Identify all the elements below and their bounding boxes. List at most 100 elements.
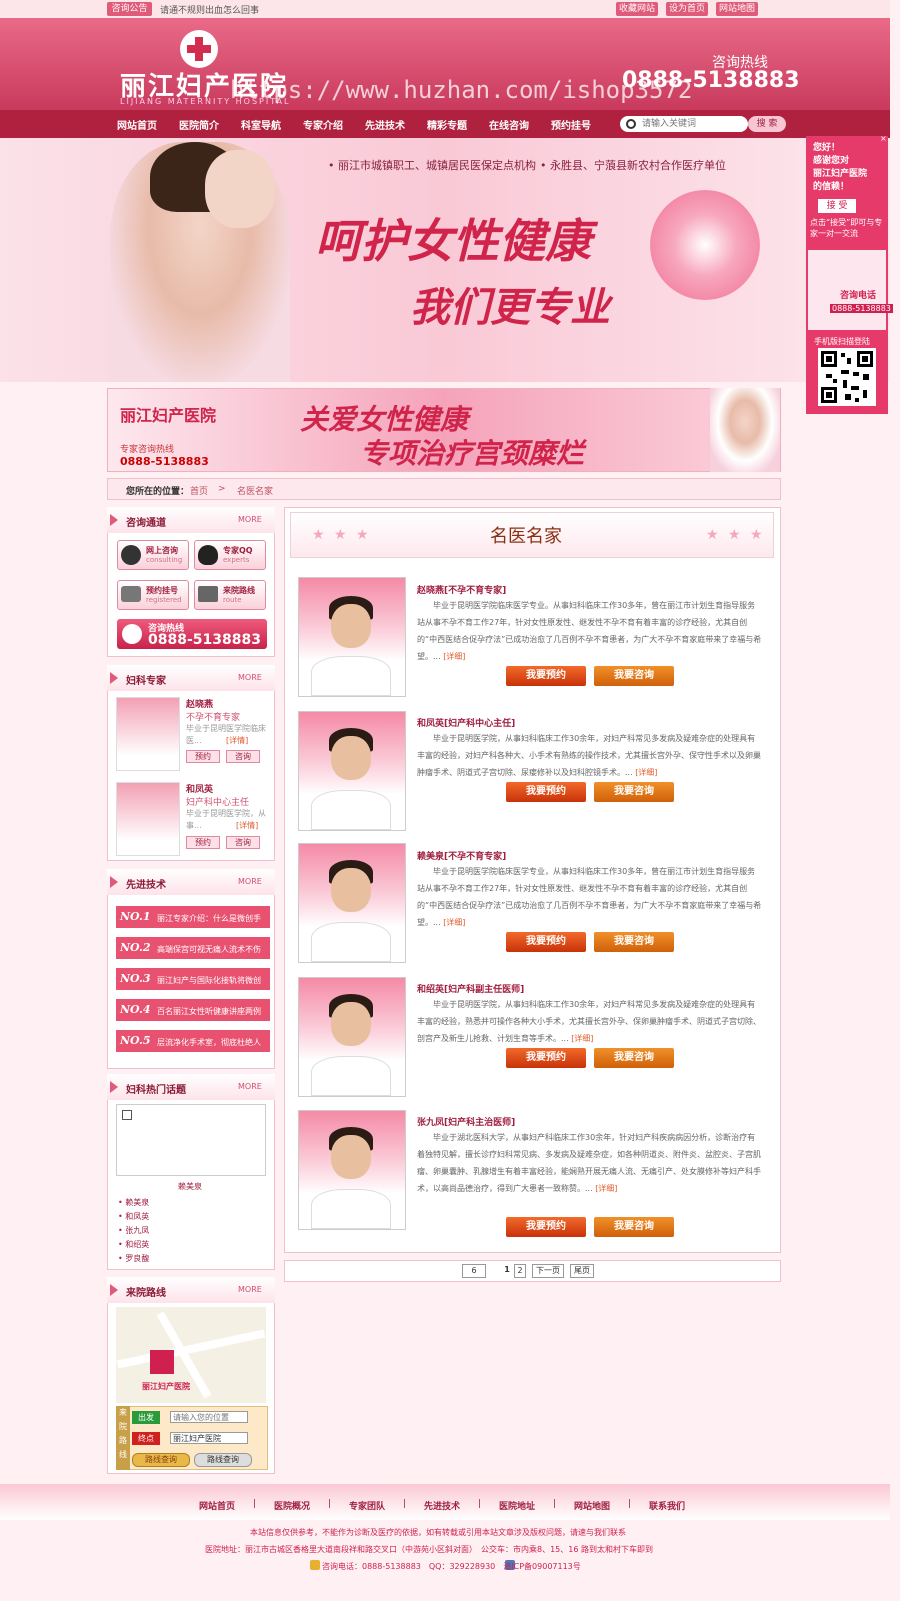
route-more-link[interactable]: MORE [238,1285,262,1294]
search-button[interactable]: 搜 索 [748,116,786,132]
nav-register[interactable]: 预约挂号 [551,117,591,132]
hospital-logo-icon[interactable] [180,30,218,68]
expert-photo[interactable] [116,697,180,771]
experts-more-link[interactable]: MORE [238,673,262,682]
tech-item-text[interactable]: 丽江妇产与国际化接轨将微创 [157,975,261,986]
doctor-photo-face [331,1135,371,1179]
consult-more-link[interactable]: MORE [238,515,262,524]
ask-consult-button[interactable]: 我要咨询 [594,782,674,802]
ask-consult-button[interactable]: 我要咨询 [594,666,674,686]
pager-next[interactable]: 下一页 [532,1264,564,1278]
route-end-input[interactable] [170,1432,248,1444]
tech-item-text[interactable]: 丽江专家介绍：什么是微创手 [157,913,261,924]
book-appointment-button[interactable]: 我要预约 [506,666,586,686]
nav-departments[interactable]: 科室导航 [241,117,281,132]
expert-name[interactable]: 和凤英 [186,782,213,795]
expert-photo[interactable] [116,782,180,856]
route-side-label: 来院路线 [116,1406,130,1470]
expert-ask-button[interactable]: 咨询 [226,750,260,763]
breadcrumb-label: 您所在的位置： [126,487,190,497]
sidebar-hotline-number: 0888-5138883 [148,632,261,648]
sitemap-link[interactable]: 网站地图 [716,2,758,16]
hot-topics-title: 妇科热门话题 [126,1085,186,1096]
tech-more-link[interactable]: MORE [238,877,262,886]
breadcrumb-current[interactable]: 名医名家 [237,484,273,497]
doctor-photo-coat [311,1189,391,1229]
expert-name[interactable]: 赵晓燕 [186,697,213,710]
expert-book-button[interactable]: 预约 [186,750,220,763]
nav-topics[interactable]: 精彩专题 [427,117,467,132]
register-sub: registered [146,596,182,604]
floating-phone-number: 0888-5138883 [830,304,893,313]
doctor-name[interactable]: 和绍英[妇产科副主任医师] [417,982,524,995]
hot-topic-link[interactable]: • 张九凤 [118,1225,149,1236]
footer-separator: | [478,1499,482,1509]
ask-consult-button[interactable]: 我要咨询 [594,1217,674,1237]
book-appointment-button[interactable]: 我要预约 [506,932,586,952]
set-homepage-link[interactable]: 设为首页 [666,2,708,16]
hot-topics-more-link[interactable]: MORE [238,1082,262,1091]
book-appointment-button[interactable]: 我要预约 [506,1217,586,1237]
hot-topic-link[interactable]: • 和凤英 [118,1211,149,1222]
pager-total: 6 [462,1264,486,1278]
footer-link-home[interactable]: 网站首页 [199,1499,235,1512]
doctor-desc: 毕业于昆明医学院临床医学专业。从事妇科临床工作30多年，曾在丽江市计划生育指导服… [417,601,762,661]
nav-technology[interactable]: 先进技术 [365,117,405,132]
nav-experts[interactable]: 专家介绍 [303,117,343,132]
breadcrumb-home-link[interactable]: 首页 [190,484,208,497]
footer-link-address[interactable]: 医院地址 [499,1499,535,1512]
doctor-detail-link[interactable]: [详细] [571,1034,593,1043]
doctor-detail-link[interactable]: [详细] [443,652,465,661]
expert-book-button[interactable]: 预约 [186,836,220,849]
route-start-input[interactable] [170,1411,248,1423]
ask-consult-button[interactable]: 我要咨询 [594,932,674,952]
nav-consult[interactable]: 在线咨询 [489,117,529,132]
search-input[interactable] [642,117,742,131]
nav-about[interactable]: 医院简介 [179,117,219,132]
tech-item-text[interactable]: 百名丽江女性听健康讲座两例 [157,1006,261,1017]
route-query-button[interactable]: 路线查询 [132,1453,190,1467]
hot-topic-link[interactable]: • 和绍英 [118,1239,149,1250]
expert-detail-link[interactable]: [详情] [236,820,258,832]
star-icon: ★ [706,527,719,543]
hot-topic-image[interactable] [116,1104,266,1176]
doctor-detail-link[interactable]: [详细] [595,1184,617,1193]
phone-icon [121,586,141,602]
footer-link-sitemap[interactable]: 网站地图 [574,1499,610,1512]
doctor-detail-link[interactable]: [详细] [635,768,657,777]
hot-topic-link[interactable]: • 罗良馥 [118,1253,149,1264]
expert-detail-link[interactable]: [详情] [226,735,248,747]
book-appointment-button[interactable]: 我要预约 [506,1048,586,1068]
pager-current-page[interactable]: 1 [502,1264,512,1278]
nav-home[interactable]: 网站首页 [117,117,157,132]
footer-link-contact[interactable]: 联系我们 [649,1499,685,1512]
doctor-name[interactable]: 张九凤[妇产科主治医师] [417,1115,515,1128]
hot-topic-link[interactable]: • 赖美泉 [118,1197,149,1208]
page-title: 名医名家 [490,526,562,547]
notice-text[interactable]: 请通不规则出血怎么回事 [160,3,259,16]
floating-accept-button[interactable]: 接 受 [818,199,856,213]
doctor-name[interactable]: 和凤英[妇产科中心主任] [417,716,515,729]
phone-icon [310,1560,320,1570]
doctor-detail-link[interactable]: [详细] [443,918,465,927]
tech-item-text[interactable]: 层流净化手术室，彻底杜绝人 [157,1037,261,1048]
breadcrumb [107,478,781,500]
footer-link-tech[interactable]: 先进技术 [424,1499,460,1512]
floating-phone-label: 咨询电话 [840,291,877,301]
footer-link-overview[interactable]: 医院概况 [274,1499,310,1512]
book-appointment-button[interactable]: 我要预约 [506,782,586,802]
expert-ask-button[interactable]: 咨询 [226,836,260,849]
doctor-name[interactable]: 赵晓燕[不孕不育专家] [417,583,506,596]
ask-consult-button[interactable]: 我要咨询 [594,1048,674,1068]
banner-flower-image [650,190,760,300]
pager-page-2[interactable]: 2 [514,1264,526,1278]
pager-last[interactable]: 尾页 [570,1264,594,1278]
map-marker-label: 丽江妇产医院 [142,1382,190,1391]
ad-hospital-logo: 丽江妇产医院 [120,406,217,425]
tech-item-text[interactable]: 高端保宫可视无痛人流术不伤 [157,944,261,955]
bookmark-link[interactable]: 收藏网站 [616,2,658,16]
route-query-button-2[interactable]: 路线查询 [194,1453,252,1467]
hot-topic-caption[interactable]: 赖美泉 [178,1181,202,1192]
doctor-name[interactable]: 赖美泉[不孕不育专家] [417,849,506,862]
footer-link-team[interactable]: 专家团队 [349,1499,385,1512]
